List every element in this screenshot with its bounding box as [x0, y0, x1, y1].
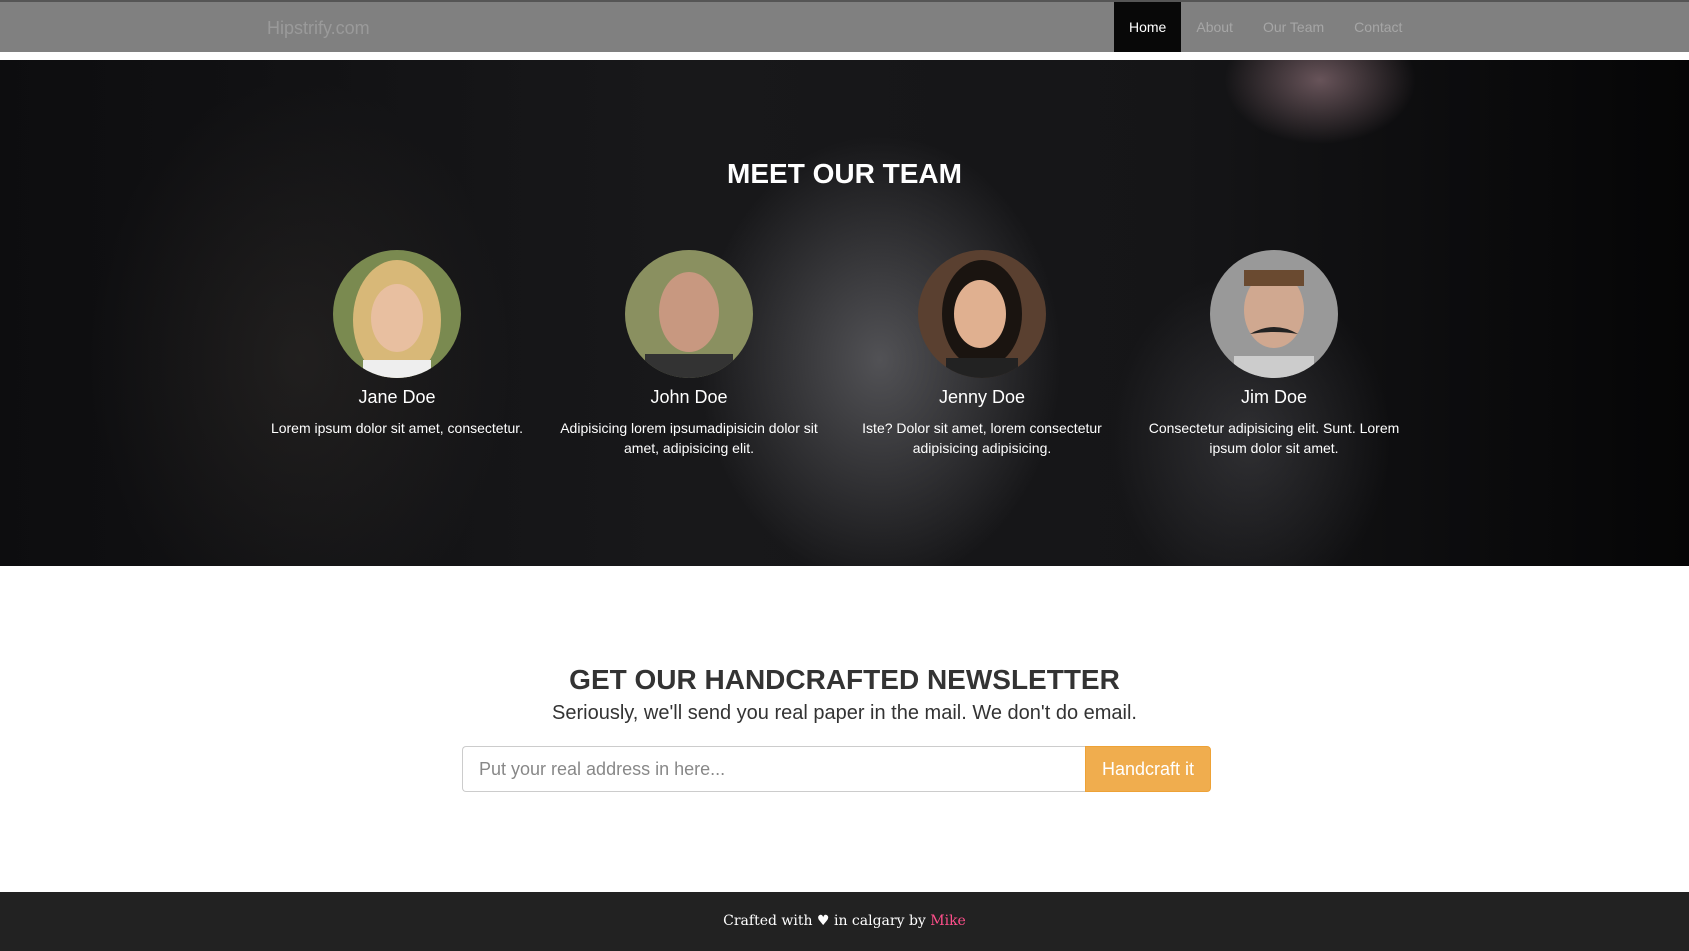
handcraft-button[interactable]: Handcraft it [1085, 746, 1211, 792]
newsletter-title: GET OUR HANDCRAFTED NEWSLETTER [569, 664, 1120, 695]
navbar: Hipstrify.com Home About Our Team Contac… [0, 0, 1689, 52]
member-bio: Lorem ipsum dolor sit amet, consectetur. [270, 420, 524, 436]
footer-middle: in calgary by [833, 913, 926, 929]
member-name: Jenny Doe [938, 387, 1026, 407]
member-name: Jane Doe [358, 387, 436, 407]
member-bio: Iste? Dolor sit amet, lorem consectetur … [862, 420, 1102, 456]
avatar [333, 250, 461, 378]
avatar [918, 250, 1046, 378]
newsletter-section: GET OUR HANDCRAFTED NEWSLETTER Seriously… [0, 664, 1689, 725]
team-member: Jenny Doe Iste? Dolor sit amet, lorem co… [836, 250, 1128, 458]
footer-prefix: Crafted with [723, 913, 813, 929]
avatar [1210, 250, 1338, 378]
nav-our-team[interactable]: Our Team [1248, 2, 1339, 52]
team-section: MEET OUR TEAM Jane Doe Lorem ipsum dolor… [0, 60, 1689, 566]
nav-home[interactable]: Home [1114, 2, 1182, 52]
avatar [625, 250, 753, 378]
newsletter-form: Handcraft it [462, 746, 1211, 792]
team-member: John Doe Adipisicing lorem ipsumadipisic… [543, 250, 835, 458]
author-link[interactable]: Mike [930, 913, 966, 929]
member-name: Jim Doe [1240, 387, 1307, 407]
member-bio: Consectetur adipisicing elit. Sunt. Lore… [1148, 420, 1400, 456]
team-title: MEET OUR TEAM [727, 158, 962, 189]
member-name: John Doe [650, 387, 728, 407]
heart-icon: ♥ [816, 913, 830, 929]
address-input[interactable] [462, 746, 1085, 792]
nav-contact[interactable]: Contact [1339, 2, 1417, 52]
member-bio: Adipisicing lorem ipsumadipisicin dolor … [560, 420, 818, 456]
nav-menu: Home About Our Team Contact [1114, 2, 1417, 52]
newsletter-subtitle: Seriously, we'll send you real paper in … [552, 702, 1137, 724]
team-member: Jim Doe Consectetur adipisicing elit. Su… [1128, 250, 1420, 458]
nav-about[interactable]: About [1181, 2, 1248, 52]
footer: Crafted with ♥ in calgary by Mike [0, 892, 1689, 951]
team-member: Jane Doe Lorem ipsum dolor sit amet, con… [251, 250, 543, 438]
brand-logo[interactable]: Hipstrify.com [267, 18, 370, 39]
